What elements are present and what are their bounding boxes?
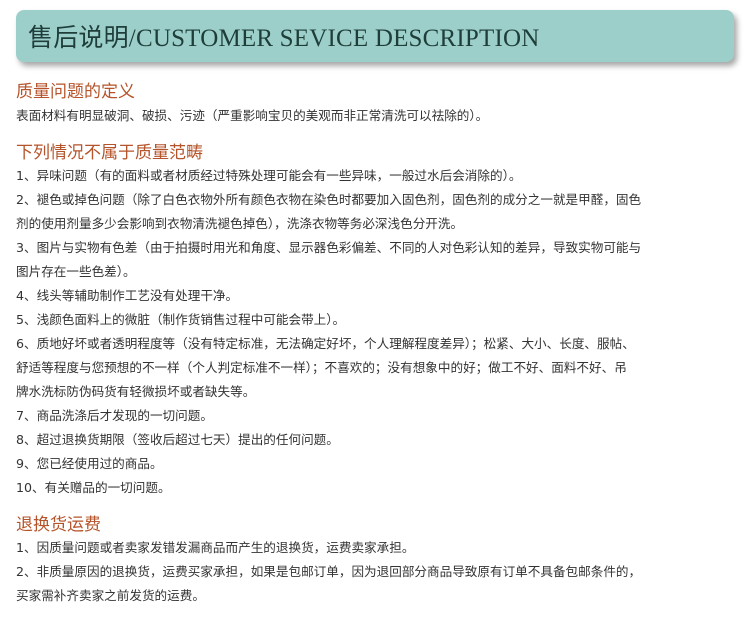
text-line: 10、有关赠品的一切问题。 xyxy=(16,480,171,495)
section-heading-shipping-fee: 退换货运费 xyxy=(16,515,101,535)
text-line: 9、您已经使用过的商品。 xyxy=(16,456,163,471)
text-line: 3、图片与实物有色差（由于拍摄时用光和角度、显示器色彩偏差、不同的人对色彩认知的… xyxy=(16,240,642,255)
text-line: 买家需补齐卖家之前发货的运费。 xyxy=(16,588,205,603)
text-line: 6、质地好坏或者透明程度等（没有特定标准，无法确定好坏，个人理解程度差异）；松紧… xyxy=(16,336,635,351)
text-line: 剂的使用剂量多少会影响到衣物清洗褪色掉色），洗涤衣物等务必深浅色分开洗。 xyxy=(16,216,464,231)
text-line: 2、褪色或掉色问题（除了白色衣物外所有颜色衣物在染色时都要加入固色剂，固色剂的成… xyxy=(16,192,642,207)
text-line: 4、线头等辅助制作工艺没有处理干净。 xyxy=(16,288,239,303)
section-heading-not-quality: 下列情况不属于质量范畴 xyxy=(16,143,203,163)
text-line: 1、因质量问题或者卖家发错发漏商品而产生的退换货，运费卖家承担。 xyxy=(16,540,415,555)
text-line: 2、非质量原因的退换货，运费买家承担，如果是包邮订单，因为退回部分商品导致原有订… xyxy=(16,564,642,579)
section-heading-quality-definition: 质量问题的定义 xyxy=(16,82,135,102)
header-banner: 售后说明/CUSTOMER SEVICE DESCRIPTION xyxy=(16,10,734,62)
page-title: 售后说明/CUSTOMER SEVICE DESCRIPTION xyxy=(28,25,540,52)
text-line: 舒适等程度与您预想的不一样（个人判定标准不一样）；不喜欢的；没有想象中的好；做工… xyxy=(16,360,627,375)
text-line: 牌水洗标防伪码货有轻微损坏或者缺失等。 xyxy=(16,384,256,399)
text-line: 5、浅颜色面料上的微脏（制作货销售过程中可能会带上）。 xyxy=(16,312,346,327)
text-line: 7、商品洗涤后才发现的一切问题。 xyxy=(16,408,213,423)
text-line: 图片存在一些色差）。 xyxy=(16,264,136,279)
text-line: 1、异味问题（有的面料或者材质经过特殊处理可能会有一些异味，一般过水后会消除的）… xyxy=(16,168,522,183)
text-line: 8、超过退换货期限（签收后超过七天）提出的任何问题。 xyxy=(16,432,339,447)
text-line: 表面材料有明显破洞、破损、污迹（严重影响宝贝的美观而非正常清洗可以祛除的）。 xyxy=(16,108,489,123)
